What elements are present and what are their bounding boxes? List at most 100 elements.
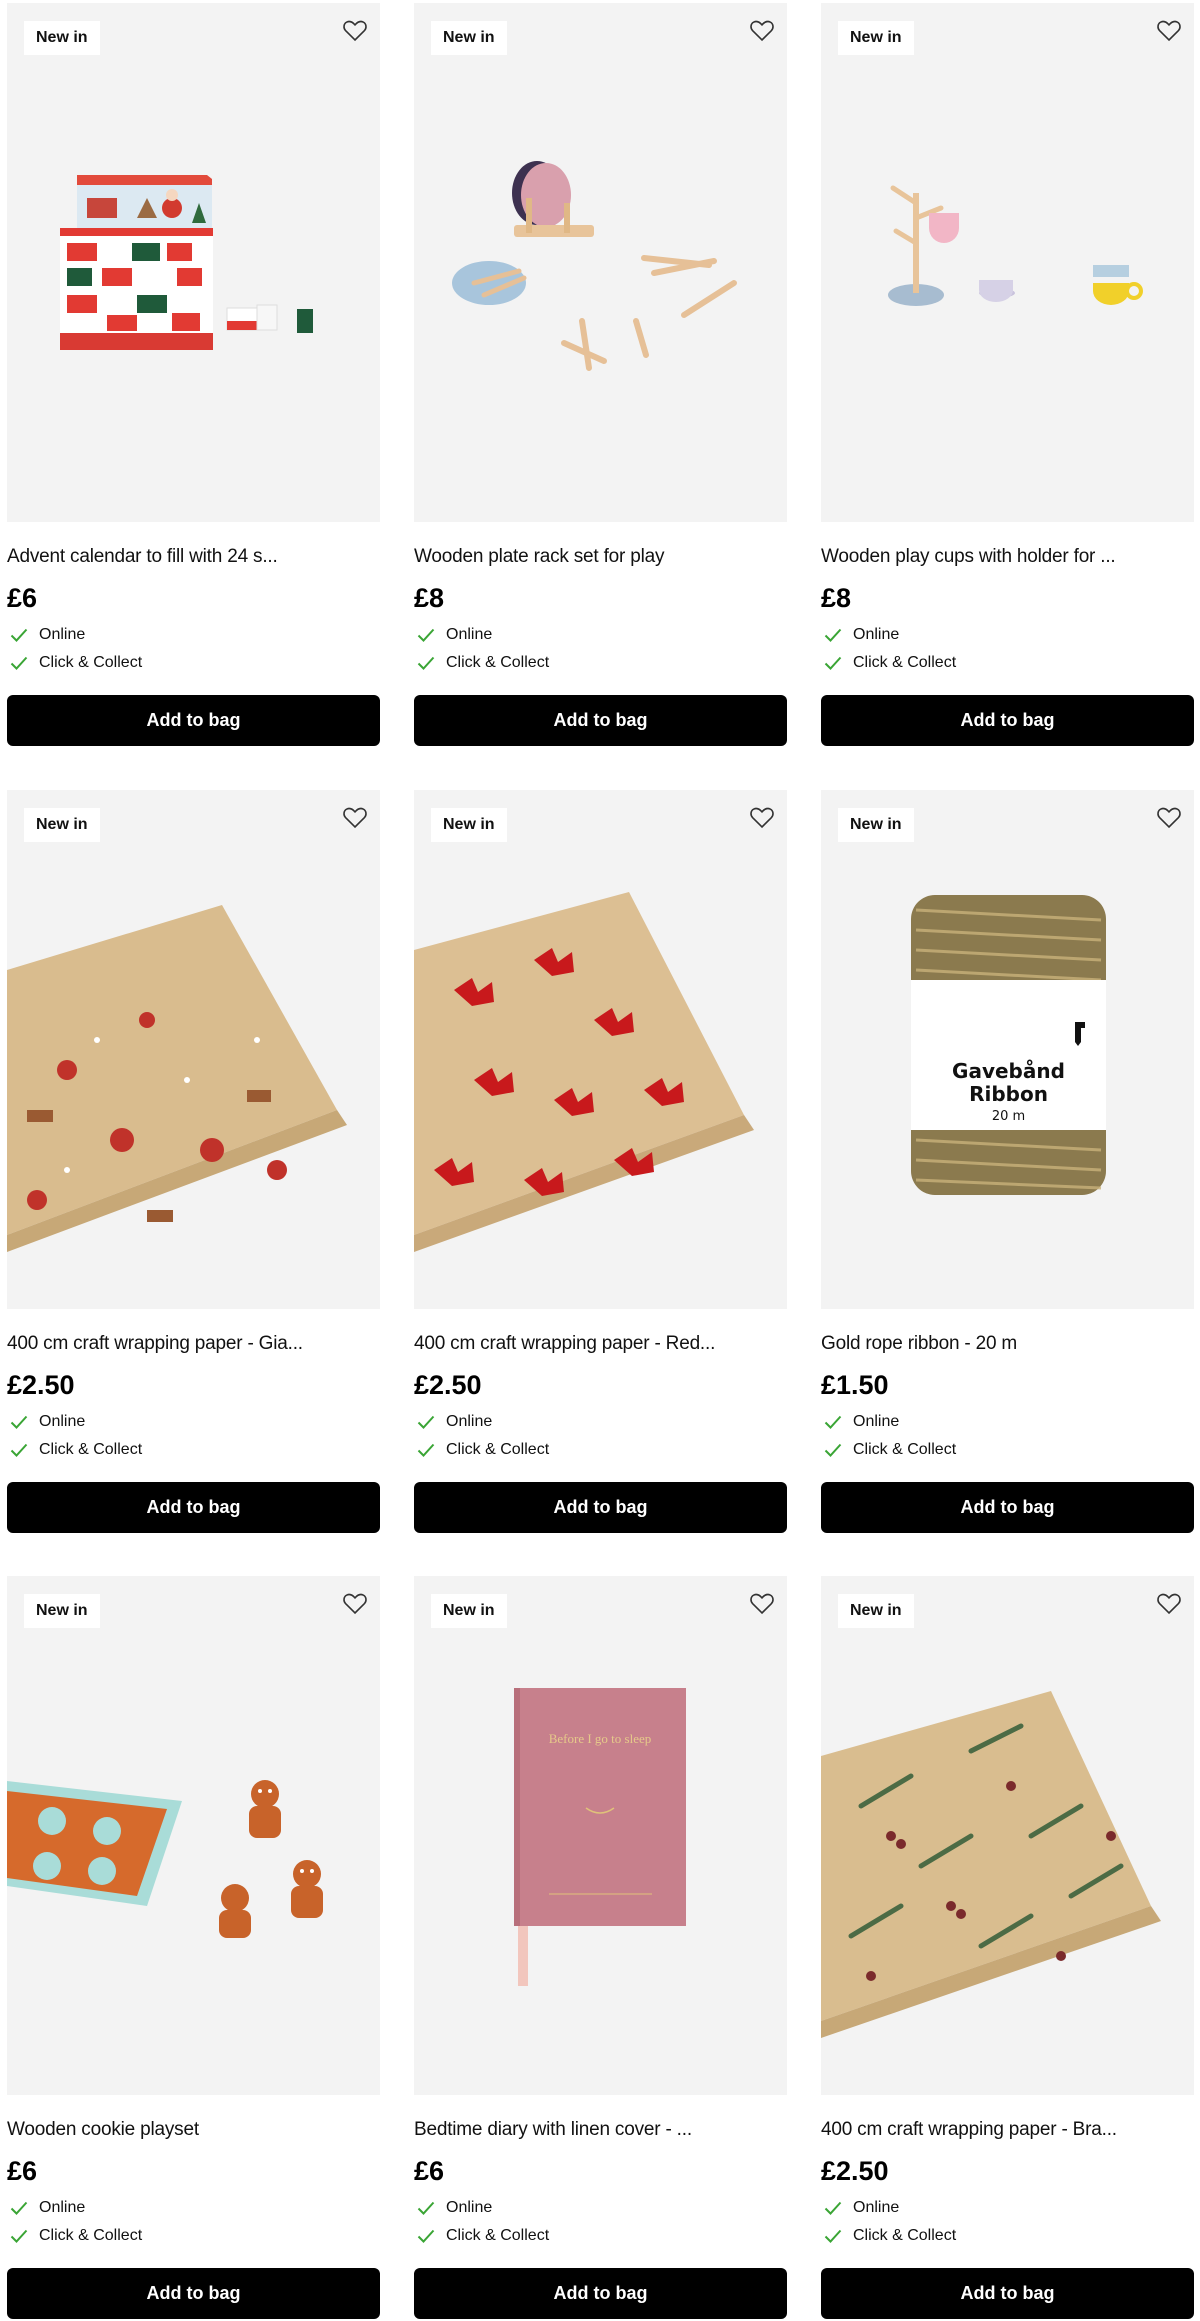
add-to-bag-button[interactable]: Add to bag: [821, 2268, 1194, 2319]
product-price: £2.50: [821, 2156, 889, 2186]
heart-icon[interactable]: [1155, 803, 1183, 831]
product-image[interactable]: New in: [821, 1576, 1194, 2095]
availability-label: Click & Collect: [446, 2227, 550, 2244]
product-title[interactable]: Gold rope ribbon - 20 m: [821, 1333, 1194, 1355]
check-icon: [10, 1415, 28, 1429]
product-card[interactable]: New in 400 cm craft wrapping paper - Red…: [414, 790, 787, 1535]
availability-label: Online: [446, 1413, 493, 1430]
product-title[interactable]: Advent calendar to fill with 24 s...: [7, 546, 380, 568]
heart-icon[interactable]: [341, 803, 369, 831]
product-card[interactable]: New in 400 cm craft wrapping paper - Gia…: [7, 790, 380, 1535]
product-title[interactable]: Wooden play cups with holder for ...: [821, 546, 1194, 568]
product-grid: New in Advent calendar to fill with 24 s…: [0, 0, 1200, 2321]
product-card[interactable]: New in Advent calendar to fill with 24 s…: [7, 3, 380, 748]
product-card[interactable]: Before I go to sleep New in Bedtime diar…: [414, 1576, 787, 2321]
check-icon: [824, 1415, 842, 1429]
plate-rack-illustration: [452, 161, 737, 371]
availability-label: Click & Collect: [39, 2227, 143, 2244]
heart-icon[interactable]: [1155, 16, 1183, 44]
ribbon-label-line-3: 20 m: [991, 1109, 1026, 1124]
product-price: £6: [7, 583, 38, 613]
product-price: £6: [414, 2156, 445, 2186]
add-to-bag-button[interactable]: Add to bag: [821, 1482, 1194, 1533]
product-image[interactable]: New in: [414, 3, 787, 522]
availability-label: Click & Collect: [446, 1441, 550, 1458]
product-card[interactable]: Gavebånd Ribbon 20 m New in Gold rope ri…: [821, 790, 1194, 1535]
check-icon: [10, 1443, 28, 1457]
product-image[interactable]: New in: [414, 790, 787, 1309]
availability-label: Online: [39, 2199, 86, 2216]
advent-calendar-illustration: [60, 175, 313, 350]
diary-illustration: [514, 1688, 686, 1986]
product-image[interactable]: New in: [7, 1576, 380, 2095]
check-icon: [417, 628, 435, 642]
availability-label: Click & Collect: [853, 654, 957, 671]
availability-label: Click & Collect: [446, 654, 550, 671]
availability-label: Online: [446, 2199, 493, 2216]
product-card[interactable]: New in 400 cm craft wrapping paper - Bra…: [821, 1576, 1194, 2321]
add-to-bag-button[interactable]: Add to bag: [821, 695, 1194, 746]
new-in-badge: New in: [24, 21, 100, 55]
product-price: £2.50: [414, 1370, 482, 1400]
add-to-bag-button[interactable]: Add to bag: [7, 695, 380, 746]
product-price: £6: [7, 2156, 38, 2186]
add-to-bag-button[interactable]: Add to bag: [414, 1482, 787, 1533]
check-icon: [417, 1443, 435, 1457]
availability-label: Click & Collect: [39, 654, 143, 671]
product-image[interactable]: Before I go to sleep New in: [414, 1576, 787, 2095]
cookie-playset-illustration: [7, 1780, 323, 1938]
product-image[interactable]: New in: [821, 3, 1194, 522]
heart-icon[interactable]: [748, 1589, 776, 1617]
add-to-bag-button[interactable]: Add to bag: [7, 2268, 380, 2319]
santa-paper-illustration: [7, 905, 347, 1252]
product-card[interactable]: New in Wooden cookie playset £6 Online C…: [7, 1576, 380, 2321]
product-card[interactable]: New in Wooden play cups with holder for …: [821, 3, 1194, 748]
availability-label: Online: [853, 2199, 900, 2216]
check-icon: [824, 2201, 842, 2215]
check-icon: [417, 1415, 435, 1429]
heart-icon[interactable]: [341, 1589, 369, 1617]
heart-icon[interactable]: [341, 16, 369, 44]
new-in-badge: New in: [838, 21, 914, 55]
check-icon: [10, 656, 28, 670]
add-to-bag-button[interactable]: Add to bag: [414, 695, 787, 746]
availability-label: Online: [853, 626, 900, 643]
ribbon-label-line-2: Ribbon: [969, 1082, 1048, 1106]
product-title[interactable]: Wooden plate rack set for play: [414, 546, 787, 568]
product-card[interactable]: New in Wooden plate rack set for play £8…: [414, 3, 787, 748]
check-icon: [824, 656, 842, 670]
new-in-badge: New in: [431, 1594, 507, 1628]
product-title[interactable]: Bedtime diary with linen cover - ...: [414, 2119, 787, 2141]
add-to-bag-button[interactable]: Add to bag: [414, 2268, 787, 2319]
product-image[interactable]: Gavebånd Ribbon 20 m New in: [821, 790, 1194, 1309]
check-icon: [10, 628, 28, 642]
gold-ribbon-illustration: [911, 895, 1106, 1195]
heart-icon[interactable]: [748, 803, 776, 831]
add-to-bag-button[interactable]: Add to bag: [7, 1482, 380, 1533]
new-in-badge: New in: [431, 21, 507, 55]
product-title[interactable]: Wooden cookie playset: [7, 2119, 380, 2141]
availability-label: Online: [39, 626, 86, 643]
product-image[interactable]: New in: [7, 3, 380, 522]
red-bow-paper-illustration: [414, 892, 754, 1252]
availability-label: Click & Collect: [853, 1441, 957, 1458]
check-icon: [417, 2229, 435, 2243]
product-title[interactable]: 400 cm craft wrapping paper - Gia...: [7, 1333, 380, 1355]
ribbon-label-line-1: Gavebånd: [952, 1059, 1065, 1083]
check-icon: [417, 656, 435, 670]
availability-label: Online: [853, 1413, 900, 1430]
new-in-badge: New in: [24, 808, 100, 842]
check-icon: [824, 628, 842, 642]
check-icon: [417, 2201, 435, 2215]
heart-icon[interactable]: [748, 16, 776, 44]
new-in-badge: New in: [431, 808, 507, 842]
product-title[interactable]: 400 cm craft wrapping paper - Bra...: [821, 2119, 1194, 2141]
availability-label: Online: [39, 1413, 86, 1430]
check-icon: [824, 1443, 842, 1457]
product-image[interactable]: New in: [7, 790, 380, 1309]
heart-icon[interactable]: [1155, 1589, 1183, 1617]
product-title[interactable]: 400 cm craft wrapping paper - Red...: [414, 1333, 787, 1355]
availability-label: Online: [446, 626, 493, 643]
new-in-badge: New in: [24, 1594, 100, 1628]
check-icon: [10, 2229, 28, 2243]
